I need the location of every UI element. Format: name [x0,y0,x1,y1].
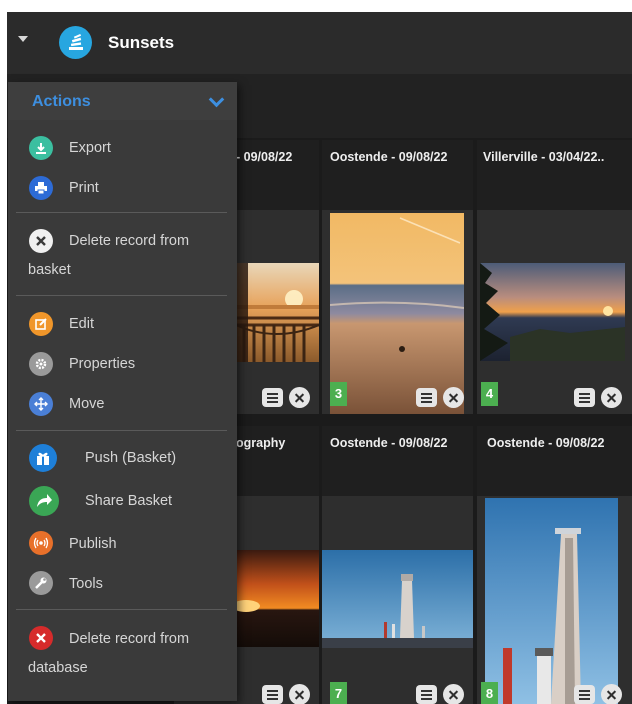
broadcast-icon [29,531,53,555]
menu-item-label: Delete record from [69,631,190,647]
wrench-icon [29,571,53,595]
edit-icon [29,312,53,336]
card-title: Oostende - 09/08/22 [322,426,473,496]
menu-item-label-cont: basket [28,262,71,278]
menu-divider [16,295,227,296]
card-title: Oostende - 09/08/22 [477,426,632,496]
menu-item-label: Print [69,180,99,196]
menu-item-label: Export [69,140,111,156]
app-window: Sunsets - 09/08/22 Oostende - 09/08/22 3… [7,12,632,704]
card-photo[interactable] [330,213,464,414]
card-title: Oostende - 09/08/22 [322,140,473,210]
card-photo[interactable] [485,498,618,704]
move-arrows-icon [29,392,53,416]
menu-item-label: Publish [69,536,117,552]
menu-item-properties[interactable]: Properties [8,352,237,380]
card-photo[interactable] [236,263,319,362]
menu-item-export[interactable]: Export [8,136,237,164]
remove-button[interactable] [443,387,464,408]
remove-button[interactable] [289,684,310,704]
record-number-badge: 3 [330,382,347,406]
share-arrow-icon [29,486,59,516]
card-actions [416,387,464,408]
gift-icon [29,444,57,472]
export-icon [29,136,53,160]
menu-item-tools[interactable]: Tools [8,571,237,599]
menu-divider [16,212,227,213]
card-photo[interactable] [480,263,625,361]
collapse-caret-icon[interactable] [18,36,28,42]
card-title: Villerville - 03/04/22.. [477,140,632,210]
gear-icon [29,352,53,376]
details-button[interactable] [262,388,283,407]
card-actions [574,684,622,704]
menu-item-label: Move [69,396,105,412]
menu-item-publish[interactable]: Publish [8,531,237,559]
details-button[interactable] [416,685,437,704]
menu-item-label: Tools [69,576,103,592]
menu-item-push-basket[interactable]: Push (Basket) [8,444,237,474]
record-card[interactable]: Oostende - 09/08/22 8 [477,426,632,704]
top-bar: Sunsets [7,12,632,74]
details-button[interactable] [574,685,595,704]
menu-item-label-cont: database [28,660,88,676]
record-number-badge: 8 [481,682,498,704]
menu-item-edit[interactable]: Edit [8,312,237,340]
menu-divider [16,609,227,610]
menu-item-delete-from-database[interactable]: Delete record from database [8,625,237,681]
remove-button[interactable] [443,684,464,704]
card-actions [262,684,310,704]
delete-red-icon [29,626,53,650]
remove-button[interactable] [601,684,622,704]
basket-logo-icon [59,26,92,59]
menu-item-label: Edit [69,316,94,332]
card-actions [574,387,622,408]
record-number-badge: 7 [330,682,347,704]
menu-item-label: Delete record from [69,233,190,249]
details-button[interactable] [574,388,595,407]
menu-item-label: Push (Basket) [85,450,177,466]
card-photo[interactable] [322,550,473,648]
details-button[interactable] [262,685,283,704]
actions-dropdown: Actions Export Print Delete record from … [8,82,237,701]
record-number-badge: 4 [481,382,498,406]
menu-item-move[interactable]: Move [8,392,237,420]
card-actions [416,684,464,704]
record-card[interactable]: Villerville - 03/04/22.. 4 [477,140,632,414]
close-circle-icon [29,229,53,253]
remove-button[interactable] [289,387,310,408]
actions-title: Actions [32,93,91,110]
menu-item-print[interactable]: Print [8,176,237,204]
basket-title: Sunsets [108,33,175,52]
remove-button[interactable] [601,387,622,408]
chevron-down-icon[interactable] [208,91,225,108]
menu-item-label: Share Basket [85,493,173,509]
record-card[interactable]: Oostende - 09/08/22 3 [322,140,473,414]
printer-icon [29,176,53,200]
card-photo[interactable] [236,550,319,647]
details-button[interactable] [416,388,437,407]
menu-item-share-basket[interactable]: Share Basket [8,486,237,516]
actions-header[interactable]: Actions [8,82,237,120]
record-card[interactable]: Oostende - 09/08/22 7 [322,426,473,704]
menu-item-delete-from-basket[interactable]: Delete record from basket [8,228,237,284]
card-actions [262,387,310,408]
menu-divider [16,430,227,431]
menu-item-label: Properties [69,356,136,372]
